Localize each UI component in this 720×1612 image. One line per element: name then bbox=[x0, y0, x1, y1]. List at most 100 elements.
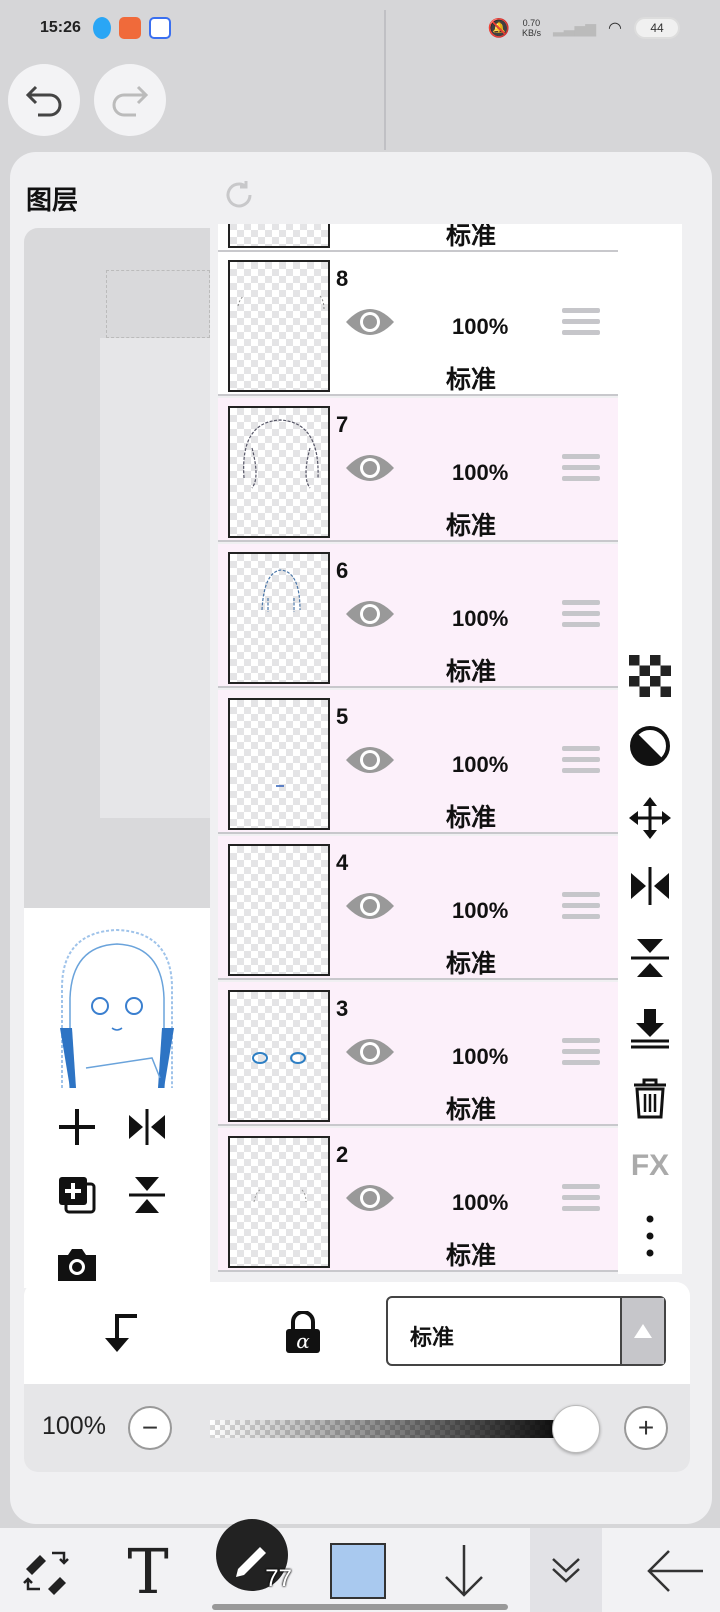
redo-icon bbox=[112, 85, 149, 117]
drag-handle-icon[interactable] bbox=[562, 600, 600, 634]
flip-vertical-button[interactable] bbox=[628, 936, 672, 980]
transform-tool-button[interactable] bbox=[14, 1536, 78, 1606]
trash-icon bbox=[634, 1078, 666, 1119]
status-bar: 15:26 🔕 0.70 KB/s ▂▃▅▆ ◠ 44 bbox=[0, 0, 720, 56]
layer-blend-mode: 标准 bbox=[446, 1096, 497, 1124]
layer-thumbnail bbox=[228, 552, 330, 684]
half-circle-icon bbox=[630, 726, 670, 766]
layer-opacity[interactable]: 100% bbox=[452, 1044, 508, 1070]
eye-icon[interactable] bbox=[344, 596, 396, 632]
layer-opacity[interactable]: 100% bbox=[452, 752, 508, 778]
drag-handle-icon[interactable] bbox=[562, 308, 600, 342]
mute-icon: 🔕 bbox=[487, 17, 510, 38]
opacity-slider[interactable] bbox=[210, 1420, 580, 1438]
layer-row-5[interactable]: 5 100% 标准 bbox=[218, 690, 618, 834]
layers-panel: 图层 标准 8 100% 标准 7 100% 标准 6 100% 标准 5 10… bbox=[10, 152, 712, 1524]
layer-opacity[interactable]: 100% bbox=[452, 460, 508, 486]
opacity-increase-button[interactable]: + bbox=[624, 1406, 668, 1450]
layer-thumbnail bbox=[228, 844, 330, 976]
layer-row-2[interactable]: 2 100% 标准 bbox=[218, 1128, 618, 1272]
opacity-label: 100% bbox=[42, 1412, 106, 1440]
alpha-lock-button[interactable]: α bbox=[278, 1308, 328, 1358]
minus-icon: − bbox=[141, 1412, 159, 1443]
camera-icon bbox=[58, 1249, 96, 1281]
drag-handle-icon[interactable] bbox=[562, 746, 600, 780]
undo-button[interactable] bbox=[8, 64, 80, 136]
drag-handle-icon[interactable] bbox=[562, 1038, 600, 1072]
eye-icon[interactable] bbox=[344, 450, 396, 486]
flip-horizontal-button[interactable] bbox=[628, 864, 672, 908]
blend-mode-select[interactable]: 标准 bbox=[386, 1296, 666, 1366]
layer-row-6[interactable]: 6 100% 标准 bbox=[218, 544, 618, 688]
swap-tool-icon bbox=[23, 1551, 69, 1595]
layer-row-partial[interactable]: 标准 bbox=[218, 224, 618, 252]
clip-to-below-button[interactable] bbox=[96, 1308, 146, 1358]
panel-title: 图层 bbox=[26, 185, 79, 215]
layer-opacity[interactable]: 100% bbox=[452, 606, 508, 632]
layer-number: 3 bbox=[336, 996, 349, 1021]
layer-thumbnail bbox=[228, 406, 330, 538]
app-icon bbox=[118, 17, 141, 39]
layer-thumbnail bbox=[228, 990, 330, 1122]
layer-blend-mode: 标准 bbox=[446, 366, 497, 394]
layer-tools-column: FX bbox=[618, 224, 682, 1274]
layer-down-button[interactable] bbox=[432, 1536, 496, 1606]
brush-preview: 77 bbox=[216, 1519, 292, 1592]
eye-icon[interactable] bbox=[344, 742, 396, 778]
layer-preview bbox=[24, 908, 210, 1288]
layer-controls: α 标准 bbox=[24, 1282, 690, 1384]
drag-handle-icon[interactable] bbox=[562, 1184, 600, 1218]
layer-opacity[interactable]: 100% bbox=[452, 898, 508, 924]
fx-icon: FX bbox=[630, 1149, 670, 1182]
layer-blend-mode: 标准 bbox=[446, 224, 497, 250]
text-tool-button[interactable]: T bbox=[116, 1534, 180, 1608]
back-button[interactable] bbox=[640, 1536, 710, 1606]
layer-thumbnail bbox=[228, 698, 330, 830]
dropdown-arrow-icon bbox=[620, 1298, 664, 1364]
delete-layer-button[interactable] bbox=[628, 1076, 672, 1120]
brush-tool-button[interactable]: 77 bbox=[214, 1519, 292, 1592]
eye-icon[interactable] bbox=[344, 304, 396, 340]
flip-vertical-icon bbox=[129, 1177, 165, 1213]
merge-down-button[interactable] bbox=[628, 1006, 672, 1050]
layer-thumbnail bbox=[228, 1136, 330, 1268]
flip-layer-horizontal-button[interactable] bbox=[124, 1104, 170, 1150]
opacity-decrease-button[interactable]: − bbox=[128, 1406, 172, 1450]
fx-button[interactable]: FX bbox=[628, 1144, 672, 1188]
flip-layer-vertical-button[interactable] bbox=[124, 1172, 170, 1218]
refresh-icon bbox=[226, 181, 252, 208]
duplicate-layer-button[interactable] bbox=[54, 1172, 100, 1218]
eye-icon[interactable] bbox=[344, 1034, 396, 1070]
layers-toggle-button[interactable] bbox=[530, 1528, 602, 1612]
layer-number: 7 bbox=[336, 412, 349, 437]
undo-icon bbox=[25, 85, 62, 117]
layer-row-8[interactable]: 8 100% 标准 bbox=[218, 252, 618, 396]
redo-button[interactable] bbox=[94, 64, 166, 136]
text-icon: T bbox=[127, 1534, 169, 1608]
drag-handle-icon[interactable] bbox=[562, 454, 600, 488]
arrow-down-icon bbox=[445, 1545, 483, 1597]
layer-opacity[interactable]: 100% bbox=[452, 314, 508, 340]
flip-vertical-icon bbox=[631, 939, 669, 977]
layer-number: 2 bbox=[336, 1142, 349, 1167]
opacity-slider-knob[interactable] bbox=[552, 1405, 600, 1453]
more-options-button[interactable] bbox=[628, 1214, 672, 1258]
layer-row-4[interactable]: 4 100% 标准 bbox=[218, 836, 618, 980]
move-layer-button[interactable] bbox=[628, 796, 672, 840]
color-picker-button[interactable] bbox=[326, 1536, 390, 1606]
eye-icon[interactable] bbox=[344, 1180, 396, 1216]
layer-number: 6 bbox=[336, 558, 349, 583]
layer-row-3[interactable]: 3 100% 标准 bbox=[218, 982, 618, 1126]
layer-row-7[interactable]: 7 100% 标准 bbox=[218, 398, 618, 542]
eye-icon[interactable] bbox=[344, 888, 396, 924]
navigation-handle[interactable] bbox=[212, 1604, 508, 1610]
arrow-left-icon bbox=[647, 1550, 703, 1592]
layer-list[interactable]: 标准 8 100% 标准 7 100% 标准 6 100% 标准 5 100% 标准 4 100% 标准 3 1… bbox=[218, 224, 618, 1274]
add-layer-button[interactable] bbox=[54, 1104, 100, 1150]
transparency-lock-button[interactable] bbox=[628, 654, 672, 698]
layer-number: 5 bbox=[336, 704, 349, 729]
drag-handle-icon[interactable] bbox=[562, 892, 600, 926]
clipping-button[interactable] bbox=[628, 724, 672, 768]
clip-arrow-icon bbox=[105, 1314, 137, 1352]
layer-opacity[interactable]: 100% bbox=[452, 1190, 508, 1216]
